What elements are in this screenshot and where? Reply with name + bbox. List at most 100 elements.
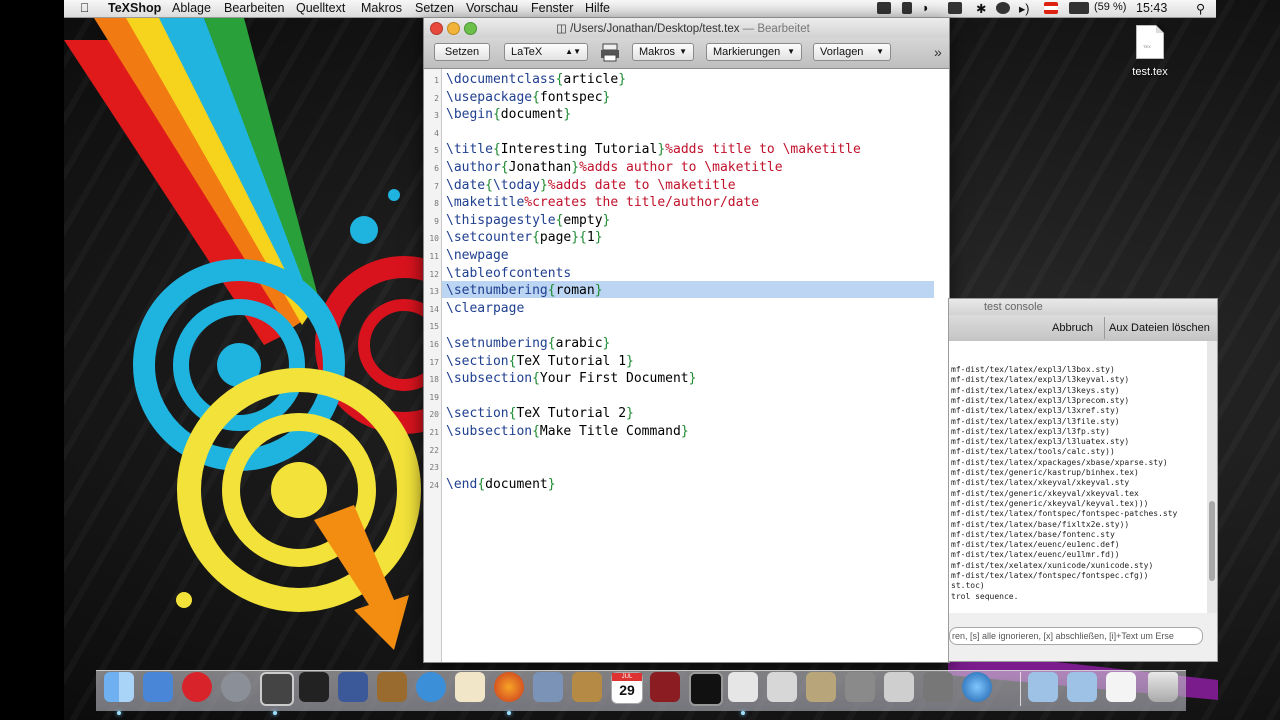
menu-macros[interactable]: Makros	[361, 1, 402, 15]
lock-icon[interactable]	[902, 2, 912, 14]
code-token: {	[547, 336, 556, 351]
toolbar-overflow-button[interactable]: »	[934, 44, 942, 60]
system-preferences-icon[interactable]	[845, 672, 875, 702]
code-token: %adds date to \maketitle	[547, 177, 736, 193]
code-token: \clearpage	[446, 300, 525, 316]
menu-window[interactable]: Fenster	[531, 1, 573, 15]
code-token: \date	[446, 177, 486, 193]
code-token: {	[532, 424, 540, 439]
spotlight-icon[interactable]: ⚲	[1196, 1, 1205, 16]
engine-select[interactable]: LaTeX ▲▼	[504, 43, 588, 61]
preview-icon[interactable]	[533, 672, 563, 702]
code-line[interactable]: \maketitle%creates the title/author/date	[446, 195, 759, 210]
bluetooth-icon[interactable]: ✱	[976, 1, 986, 16]
applications-folder-icon[interactable]	[1028, 672, 1058, 702]
screen-sharing-icon[interactable]	[260, 672, 294, 706]
app-icon[interactable]	[767, 672, 797, 702]
console-titlebar[interactable]: test console	[949, 299, 1217, 315]
marks-popup[interactable]: Markierungen ▼	[706, 43, 802, 61]
menu-typeset[interactable]: Setzen	[415, 1, 454, 15]
downloads-stack-icon[interactable]	[1106, 672, 1136, 702]
console-output[interactable]: mf-dist/tex/latex/expl3/l3box.sty) mf-dis…	[949, 341, 1207, 613]
code-line[interactable]: \setnumbering{arabic}	[446, 336, 610, 351]
code-line[interactable]: \setnumbering{roman}	[446, 283, 603, 298]
finder-icon[interactable]	[104, 672, 134, 702]
code-token: {	[477, 476, 486, 492]
code-line[interactable]: \subsection{Make Title Command}	[446, 424, 689, 439]
texshop-icon[interactable]	[728, 672, 758, 702]
code-line[interactable]: \section{TeX Tutorial 2}	[446, 406, 634, 421]
timemachine-icon[interactable]	[996, 2, 1010, 14]
code-token: {	[532, 371, 540, 387]
code-line[interactable]: \section{TeX Tutorial 1}	[446, 354, 634, 369]
code-line[interactable]: \newpage	[446, 248, 509, 263]
code-line[interactable]: \begin{document}	[446, 107, 571, 122]
code-line[interactable]: \subsection{Your First Document}	[446, 371, 696, 386]
menu-help[interactable]: Hilfe	[585, 1, 610, 15]
clock[interactable]: 15:43	[1136, 1, 1167, 15]
code-line[interactable]: \title{Interesting Tutorial}%adds title …	[446, 142, 861, 157]
abort-button[interactable]: Abbruch	[1052, 319, 1093, 337]
macros-popup[interactable]: Makros ▼	[632, 43, 694, 61]
latex-app-icon[interactable]	[884, 672, 914, 702]
console-scroll-thumb[interactable]	[1209, 501, 1215, 581]
console-scrollbar[interactable]	[1207, 341, 1217, 613]
menu-app-name[interactable]: TeXShop	[108, 1, 161, 15]
dashboard-icon[interactable]	[143, 672, 173, 702]
facebook-icon[interactable]	[338, 672, 368, 702]
source-editor[interactable]: 1 \documentclass{article} 2 \usepackage{fon…	[429, 69, 934, 662]
firefox-icon[interactable]	[494, 672, 524, 702]
battery-icon[interactable]	[1069, 2, 1089, 14]
code-line[interactable]: \documentclass{article}	[446, 72, 626, 87]
terminal-icon[interactable]	[689, 672, 723, 706]
menu-file[interactable]: Ablage	[172, 1, 211, 15]
quicktime-icon[interactable]	[962, 672, 992, 702]
code-line[interactable]: \author{Jonathan}%adds author to \maketi…	[446, 160, 783, 175]
app-icon[interactable]	[182, 672, 212, 702]
print-icon[interactable]	[600, 42, 620, 62]
dictionary-icon[interactable]	[650, 672, 680, 702]
code-line[interactable]: \clearpage	[446, 301, 524, 316]
apple-menu-icon[interactable]: 	[80, 1, 89, 15]
calendar-icon[interactable]: JUL 29	[611, 672, 643, 704]
wifi-icon[interactable]: ◗	[922, 1, 930, 15]
menu-source[interactable]: Quelltext	[296, 1, 345, 15]
line-number: 2	[434, 93, 439, 103]
code-line[interactable]: \setcounter{page}{1}	[446, 230, 603, 245]
clear-aux-files-button[interactable]: Aux Dateien löschen	[1109, 319, 1210, 337]
system-app-icon[interactable]	[299, 672, 329, 702]
typeset-button[interactable]: Setzen	[434, 43, 490, 61]
network-icon[interactable]	[416, 672, 446, 702]
documents-folder-icon[interactable]	[1067, 672, 1097, 702]
code-token: \maketitle	[446, 195, 525, 211]
page-fold-icon	[1156, 25, 1164, 33]
code-line[interactable]: \usepackage{fontspec}	[446, 90, 610, 105]
maps-icon[interactable]	[455, 672, 485, 702]
trash-icon[interactable]	[1148, 672, 1178, 702]
display-icon[interactable]	[948, 2, 962, 14]
code-token: {	[532, 230, 540, 246]
tex-file-icon[interactable]: TEX	[1136, 25, 1164, 59]
desktop-file-label[interactable]: test.tex	[1120, 66, 1180, 78]
minimize-button[interactable]	[447, 22, 460, 35]
script-editor-icon[interactable]	[923, 672, 953, 702]
editor-titlebar[interactable]: ◫ /Users/Jonathan/Desktop/test.tex — Bea…	[424, 18, 949, 38]
code-line[interactable]: \date{\today}%adds date to \maketitle	[446, 178, 736, 193]
archive-icon[interactable]	[806, 672, 836, 702]
code-token: {	[492, 142, 501, 158]
close-button[interactable]	[430, 22, 443, 35]
zoom-button[interactable]	[464, 22, 477, 35]
code-line[interactable]: \tableofcontents	[446, 266, 571, 281]
screen-icon[interactable]	[877, 2, 891, 14]
tv-icon[interactable]	[377, 672, 407, 702]
volume-icon[interactable]: ▸)	[1019, 1, 1029, 16]
console-input[interactable]: ren, [s] alle ignorieren, [x] abschließe…	[949, 627, 1203, 645]
launchpad-icon[interactable]	[221, 672, 251, 702]
menu-edit[interactable]: Bearbeiten	[224, 1, 284, 15]
address-book-icon[interactable]	[572, 672, 602, 702]
menu-preview[interactable]: Vorschau	[466, 1, 518, 15]
flag-icon[interactable]	[1044, 2, 1058, 14]
code-line[interactable]: \end{document}	[446, 477, 556, 492]
templates-popup[interactable]: Vorlagen ▼	[813, 43, 891, 61]
code-line[interactable]: \thispagestyle{empty}	[446, 213, 610, 228]
